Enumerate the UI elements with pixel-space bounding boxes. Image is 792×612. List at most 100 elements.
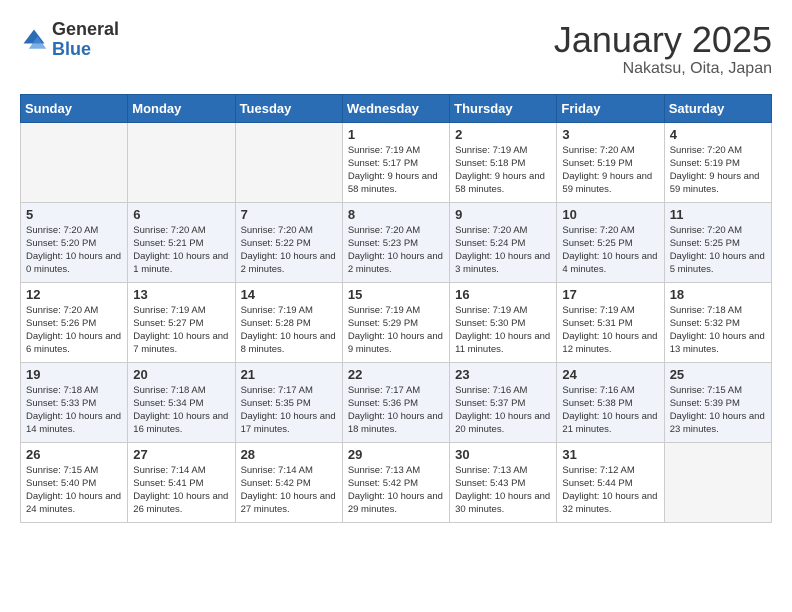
calendar-week-row: 26 Sunrise: 7:15 AM Sunset: 5:40 PM Dayli… [21,442,772,522]
calendar-day-cell: 2Sunrise: 7:19 AM Sunset: 5:18 PM Daylig… [450,122,557,202]
day-info: Sunrise: 7:19 AM Sunset: 5:30 PM Dayligh… [455,304,551,357]
calendar-day-cell: 22Sunrise: 7:17 AM Sunset: 5:36 PM Dayli… [342,362,449,442]
day-info: Sunrise: 7:20 AM Sunset: 5:26 PM Dayligh… [26,304,122,357]
day-number: 12 [26,287,122,302]
day-info: Sunrise: 7:14 AM Sunset: 5:41 PM Dayligh… [133,464,229,517]
weekday-header: Sunday [21,94,128,122]
title-block: January 2025 Nakatsu, Oita, Japan [554,20,772,78]
calendar-day-cell: 28 Sunrise: 7:14 AM Sunset: 5:42 PM Dayli… [235,442,342,522]
weekday-header: Monday [128,94,235,122]
day-info: Sunrise: 7:19 AM Sunset: 5:31 PM Dayligh… [562,304,658,357]
logo-blue-text: Blue [52,40,119,60]
calendar-day-cell: 19 Sunrise: 7:18 AM Sunset: 5:33 PM Dayli… [21,362,128,442]
day-number: 2 [455,127,551,142]
day-number: 5 [26,207,122,222]
day-info: Sunrise: 7:14 AM Sunset: 5:42 PM Dayligh… [241,464,337,517]
location: Nakatsu, Oita, Japan [554,60,772,78]
calendar-day-cell: 18 Sunrise: 7:18 AM Sunset: 5:32 PM Dayli… [664,282,771,362]
day-info: Sunrise: 7:19 AM Sunset: 5:29 PM Dayligh… [348,304,444,357]
calendar-day-cell [664,442,771,522]
day-info: Sunrise: 7:19 AM Sunset: 5:17 PM Dayligh… [348,144,444,197]
calendar-day-cell: 1 Sunrise: 7:19 AM Sunset: 5:17 PM Daylig… [342,122,449,202]
day-number: 29 [348,447,444,462]
day-info: Sunrise: 7:20 AM Sunset: 5:23 PM Dayligh… [348,224,444,277]
calendar-day-cell: 10 Sunrise: 7:20 AM Sunset: 5:25 PM Dayli… [557,202,664,282]
calendar-day-cell: 6Sunrise: 7:20 AM Sunset: 5:21 PM Daylig… [128,202,235,282]
calendar-day-cell: 7 Sunrise: 7:20 AM Sunset: 5:22 PM Daylig… [235,202,342,282]
calendar-day-cell: 17Sunrise: 7:19 AM Sunset: 5:31 PM Dayli… [557,282,664,362]
calendar-week-row: 19 Sunrise: 7:18 AM Sunset: 5:33 PM Dayli… [21,362,772,442]
calendar-header-row: SundayMondayTuesdayWednesdayThursdayFrid… [21,94,772,122]
day-number: 11 [670,207,766,222]
day-info: Sunrise: 7:15 AM Sunset: 5:40 PM Dayligh… [26,464,122,517]
weekday-header: Wednesday [342,94,449,122]
calendar-day-cell: 4 Sunrise: 7:20 AM Sunset: 5:19 PM Daylig… [664,122,771,202]
calendar-day-cell: 20Sunrise: 7:18 AM Sunset: 5:34 PM Dayli… [128,362,235,442]
day-info: Sunrise: 7:18 AM Sunset: 5:33 PM Dayligh… [26,384,122,437]
weekday-header: Tuesday [235,94,342,122]
day-number: 18 [670,287,766,302]
calendar-day-cell: 26 Sunrise: 7:15 AM Sunset: 5:40 PM Dayli… [21,442,128,522]
logo: General Blue [20,20,119,60]
day-info: Sunrise: 7:19 AM Sunset: 5:27 PM Dayligh… [133,304,229,357]
day-number: 19 [26,367,122,382]
day-info: Sunrise: 7:20 AM Sunset: 5:22 PM Dayligh… [241,224,337,277]
day-number: 25 [670,367,766,382]
calendar-day-cell: 9Sunrise: 7:20 AM Sunset: 5:24 PM Daylig… [450,202,557,282]
calendar-day-cell: 23 Sunrise: 7:16 AM Sunset: 5:37 PM Dayli… [450,362,557,442]
day-info: Sunrise: 7:13 AM Sunset: 5:42 PM Dayligh… [348,464,444,517]
day-number: 8 [348,207,444,222]
day-number: 31 [562,447,658,462]
calendar-day-cell: 14Sunrise: 7:19 AM Sunset: 5:28 PM Dayli… [235,282,342,362]
day-number: 3 [562,127,658,142]
day-info: Sunrise: 7:12 AM Sunset: 5:44 PM Dayligh… [562,464,658,517]
weekday-header: Friday [557,94,664,122]
month-title: January 2025 [554,20,772,60]
calendar-day-cell: 12 Sunrise: 7:20 AM Sunset: 5:26 PM Dayli… [21,282,128,362]
calendar-week-row: 5Sunrise: 7:20 AM Sunset: 5:20 PM Daylig… [21,202,772,282]
calendar-day-cell: 11 Sunrise: 7:20 AM Sunset: 5:25 PM Dayli… [664,202,771,282]
calendar-day-cell [235,122,342,202]
calendar-day-cell: 25 Sunrise: 7:15 AM Sunset: 5:39 PM Dayli… [664,362,771,442]
weekday-header: Saturday [664,94,771,122]
day-info: Sunrise: 7:20 AM Sunset: 5:25 PM Dayligh… [562,224,658,277]
calendar-day-cell: 31 Sunrise: 7:12 AM Sunset: 5:44 PM Dayli… [557,442,664,522]
day-number: 20 [133,367,229,382]
day-number: 1 [348,127,444,142]
day-number: 24 [562,367,658,382]
day-info: Sunrise: 7:20 AM Sunset: 5:25 PM Dayligh… [670,224,766,277]
weekday-header: Thursday [450,94,557,122]
day-number: 26 [26,447,122,462]
day-info: Sunrise: 7:20 AM Sunset: 5:19 PM Dayligh… [670,144,766,197]
day-info: Sunrise: 7:20 AM Sunset: 5:19 PM Dayligh… [562,144,658,197]
logo-general-text: General [52,20,119,40]
day-info: Sunrise: 7:16 AM Sunset: 5:37 PM Dayligh… [455,384,551,437]
day-info: Sunrise: 7:19 AM Sunset: 5:28 PM Dayligh… [241,304,337,357]
calendar-day-cell: 16 Sunrise: 7:19 AM Sunset: 5:30 PM Dayli… [450,282,557,362]
calendar-day-cell: 8 Sunrise: 7:20 AM Sunset: 5:23 PM Daylig… [342,202,449,282]
day-info: Sunrise: 7:20 AM Sunset: 5:21 PM Dayligh… [133,224,229,277]
calendar-day-cell: 24 Sunrise: 7:16 AM Sunset: 5:38 PM Dayli… [557,362,664,442]
day-number: 23 [455,367,551,382]
day-number: 10 [562,207,658,222]
day-info: Sunrise: 7:18 AM Sunset: 5:32 PM Dayligh… [670,304,766,357]
day-info: Sunrise: 7:17 AM Sunset: 5:36 PM Dayligh… [348,384,444,437]
calendar-day-cell: 21Sunrise: 7:17 AM Sunset: 5:35 PM Dayli… [235,362,342,442]
day-info: Sunrise: 7:16 AM Sunset: 5:38 PM Dayligh… [562,384,658,437]
calendar-day-cell: 3 Sunrise: 7:20 AM Sunset: 5:19 PM Daylig… [557,122,664,202]
calendar-day-cell: 27Sunrise: 7:14 AM Sunset: 5:41 PM Dayli… [128,442,235,522]
calendar-day-cell: 15Sunrise: 7:19 AM Sunset: 5:29 PM Dayli… [342,282,449,362]
day-number: 4 [670,127,766,142]
calendar-table: SundayMondayTuesdayWednesdayThursdayFrid… [20,94,772,523]
day-number: 16 [455,287,551,302]
day-info: Sunrise: 7:20 AM Sunset: 5:24 PM Dayligh… [455,224,551,277]
day-number: 7 [241,207,337,222]
day-number: 28 [241,447,337,462]
logo-text: General Blue [52,20,119,60]
calendar-week-row: 1 Sunrise: 7:19 AM Sunset: 5:17 PM Daylig… [21,122,772,202]
page-header: General Blue January 2025 Nakatsu, Oita,… [20,20,772,78]
calendar-day-cell: 29 Sunrise: 7:13 AM Sunset: 5:42 PM Dayli… [342,442,449,522]
day-info: Sunrise: 7:13 AM Sunset: 5:43 PM Dayligh… [455,464,551,517]
calendar-day-cell [128,122,235,202]
day-info: Sunrise: 7:15 AM Sunset: 5:39 PM Dayligh… [670,384,766,437]
